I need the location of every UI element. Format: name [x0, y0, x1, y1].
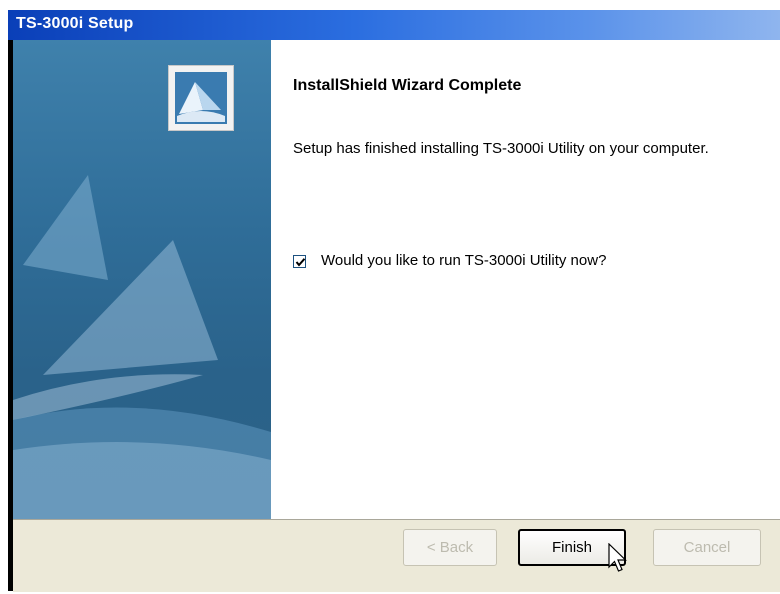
- window-title: TS-3000i Setup: [16, 15, 134, 32]
- completion-message: Setup has finished installing TS-3000i U…: [293, 140, 709, 157]
- back-button[interactable]: < Back: [403, 529, 497, 566]
- run-utility-checkbox[interactable]: [293, 255, 306, 268]
- setup-window: TS-3000i Setup InstallShield Wizard Comp…: [8, 10, 780, 592]
- cancel-button[interactable]: Cancel: [653, 529, 761, 566]
- wizard-heading: InstallShield Wizard Complete: [293, 77, 522, 94]
- mouse-pointer-icon: [608, 543, 627, 572]
- run-utility-label[interactable]: Would you like to run TS-3000i Utility n…: [321, 252, 606, 269]
- title-bar[interactable]: TS-3000i Setup: [8, 10, 780, 40]
- side-banner: [13, 40, 271, 519]
- installshield-logo-icon: [168, 65, 234, 131]
- checkmark-icon: [295, 258, 306, 267]
- wizard-panel: InstallShield Wizard Complete Setup has …: [13, 40, 780, 519]
